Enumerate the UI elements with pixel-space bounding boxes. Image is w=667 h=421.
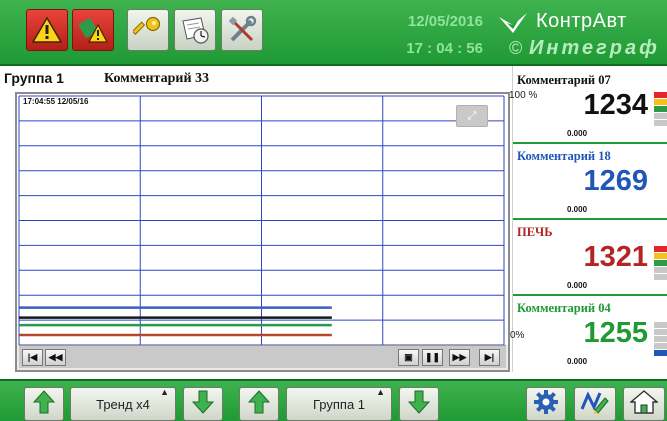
channel-name: Комментарий 07 <box>517 73 611 87</box>
settings-tools-button[interactable] <box>221 9 263 51</box>
channel-subvalue: 0.000 <box>567 357 588 366</box>
gear-icon <box>533 389 559 420</box>
group-comment: Комментарий 33 <box>104 71 210 86</box>
app-window: 12/05/2016 17 : 04 : 56 КонтрАвт © Интег… <box>0 0 667 421</box>
group-title: Группа 1 <box>4 70 64 86</box>
trend-selector-label: Тренд x4 <box>96 396 150 412</box>
current-time: 17 : 04 : 56 <box>406 40 483 57</box>
arrow-down-icon <box>191 390 215 419</box>
group-selector[interactable]: Группа 1 ▲ <box>286 387 392 421</box>
skip-forward-icon: ▶| <box>484 352 495 362</box>
fast-forward-icon: ▶▶ <box>452 352 467 362</box>
brand-subname: Интеграф <box>529 37 660 59</box>
scale-bar-gray <box>654 267 667 273</box>
channel-name: Комментарий 04 <box>517 301 611 315</box>
trend-chart[interactable] <box>17 94 508 345</box>
channel-name: Комментарий 18 <box>517 149 611 163</box>
top-toolbar: 12/05/2016 17 : 04 : 56 КонтрАвт © Интег… <box>0 0 667 66</box>
channel-card[interactable]: ПЕЧЬ 1321 0.000 <box>513 220 667 296</box>
brand-logo-icon <box>499 13 531 40</box>
home-icon <box>629 389 659 420</box>
channel-value: 1234 <box>583 89 648 121</box>
tools-icon <box>227 15 257 45</box>
channel-value: 1269 <box>583 165 648 197</box>
marker-icon: ▣ <box>404 352 413 362</box>
trend-edit-icon <box>580 389 610 420</box>
scale-bar-green <box>654 106 667 112</box>
arrow-up-icon <box>32 389 56 419</box>
caret-up-icon: ▲ <box>160 387 169 397</box>
forward-button[interactable]: ▶▶ <box>449 349 470 366</box>
current-date: 12/05/2016 <box>407 13 483 30</box>
expand-chart-button[interactable]: ⤢ <box>456 105 488 127</box>
alarm-ack-button[interactable] <box>72 9 114 51</box>
scale-bar-yellow <box>654 253 667 259</box>
scale-bar-green <box>654 260 667 266</box>
go-first-button[interactable]: |◀ <box>22 349 43 366</box>
login-button[interactable] <box>127 9 169 51</box>
skip-back-icon: |◀ <box>27 352 38 362</box>
archive-icon <box>179 15 211 45</box>
scale-bar-yellow <box>654 99 667 105</box>
scale-bar-gray <box>654 113 667 119</box>
go-last-button[interactable]: ▶| <box>479 349 500 366</box>
rewind-button[interactable]: ◀◀ <box>45 349 66 366</box>
bottom-toolbar: Тренд x4 ▲ Группа 1 ▲ <box>0 379 667 421</box>
group-selector-label: Группа 1 <box>312 396 366 412</box>
channel-card[interactable]: Комментарий 04 0% 1255 0.000 <box>510 296 667 372</box>
pause-icon: ❚❚ <box>424 352 441 362</box>
channel-panel: Комментарий 07 100 % 1234 0.000 Коммента… <box>509 66 667 372</box>
scale-bar-gray <box>654 336 667 342</box>
scale-bar-gray <box>654 274 667 280</box>
chart-navigation-bar[interactable]: |◀ ◀◀ ▣ ❚❚ ▶▶ ▶| <box>19 345 506 368</box>
trend-selector[interactable]: Тренд x4 ▲ <box>70 387 176 421</box>
chart-timestamp: 17:04:55 12/05/16 <box>23 97 89 106</box>
brand-name: КонтрАвт <box>536 10 627 32</box>
channel-card[interactable]: Комментарий 07 100 % 1234 0.000 <box>509 68 667 144</box>
rewind-icon: ◀◀ <box>48 352 63 362</box>
channel-subvalue: 0.000 <box>567 205 588 214</box>
channel-name: ПЕЧЬ <box>517 225 553 239</box>
pause-button[interactable]: ❚❚ <box>422 349 443 366</box>
channel-subvalue: 0.000 <box>567 129 588 138</box>
alarm-icon <box>32 16 62 44</box>
scale-bar-red <box>654 246 667 252</box>
scale-bar-gray <box>654 120 667 126</box>
trend-chart-panel: 17:04:55 12/05/16 ⤢ |◀ ◀◀ ▣ ❚❚ ▶▶ ▶| <box>15 92 510 372</box>
trend-next-button[interactable] <box>183 387 223 421</box>
channel-card[interactable]: Комментарий 18 1269 0.000 <box>513 144 667 220</box>
scale-bar-gray <box>654 329 667 335</box>
group-next-button[interactable] <box>399 387 439 421</box>
scale-bar-blue <box>654 350 667 356</box>
alarm-button[interactable] <box>26 9 68 51</box>
scale-bar-red <box>654 92 667 98</box>
copyright-mark: © <box>509 38 523 58</box>
group-prev-button[interactable] <box>239 387 279 421</box>
archive-button[interactable] <box>174 9 216 51</box>
alarm-ack-icon <box>78 15 108 45</box>
settings-button[interactable] <box>526 387 566 421</box>
trend-edit-button[interactable] <box>574 387 616 421</box>
scale-bar-gray <box>654 343 667 349</box>
channel-subvalue: 0.000 <box>567 281 588 290</box>
arrow-up-icon <box>247 389 271 419</box>
caret-up-icon: ▲ <box>376 387 385 397</box>
key-icon <box>133 15 163 45</box>
scale-bar-gray <box>654 322 667 328</box>
trend-prev-button[interactable] <box>24 387 64 421</box>
expand-icon: ⤢ <box>467 109 477 122</box>
arrow-down-icon <box>407 390 431 419</box>
marker-button[interactable]: ▣ <box>398 349 419 366</box>
channel-value: 1255 <box>583 317 648 349</box>
scale-bottom-label: 0% <box>510 330 525 341</box>
home-button[interactable] <box>623 387 665 421</box>
channel-value: 1321 <box>583 241 648 273</box>
scale-top-label: 100 % <box>509 90 538 101</box>
